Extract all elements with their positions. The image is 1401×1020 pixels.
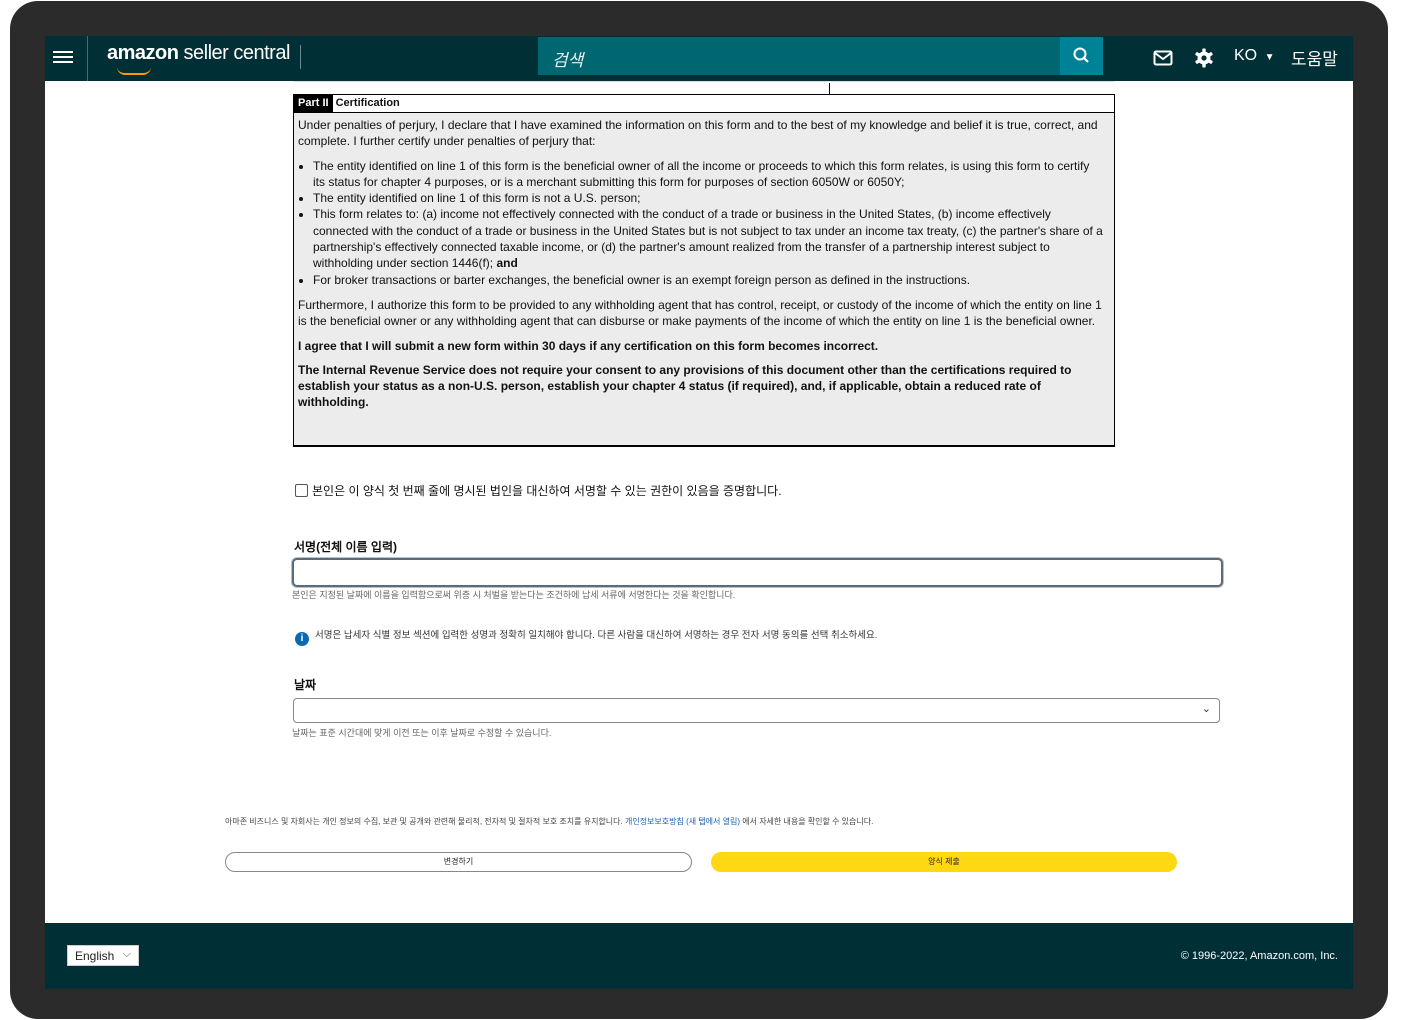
- top-navigation-bar: amazon seller central 검색 KO ▼ 도움말: [45, 36, 1353, 81]
- privacy-policy-link[interactable]: 개인정보보호방침 (새 탭에서 열림): [625, 817, 740, 826]
- footer-language-select[interactable]: English ⌵: [67, 945, 139, 966]
- form-rule: [293, 81, 1115, 82]
- menu-icon[interactable]: [53, 48, 73, 68]
- language-selector[interactable]: KO ▼: [1234, 47, 1274, 65]
- authorization-paragraph: Furthermore, I authorize this form to be…: [298, 297, 1102, 329]
- w8ben-certification-section: Part II Certification Under penalties of …: [293, 94, 1115, 447]
- signature-input[interactable]: [292, 558, 1223, 587]
- authority-checkbox-label[interactable]: 본인은 이 양식 첫 번째 줄에 명시된 법인을 대신하여 서명할 수 있는 권…: [312, 484, 782, 498]
- certification-intro: Under penalties of perjury, I declare th…: [298, 118, 1098, 149]
- search-input[interactable]: 검색: [538, 37, 1060, 75]
- privacy-text: 아마존 비즈니스 및 자회사는 개인 정보의 수집, 보관 및 공개와 관련해 …: [225, 817, 623, 826]
- date-label: 날짜: [294, 678, 317, 692]
- caret-down-icon: ▼: [1264, 52, 1275, 63]
- certification-item: The entity identified on line 1 of this …: [313, 190, 1104, 206]
- chevron-down-icon: ⌄: [1201, 703, 1211, 715]
- authority-checkbox-row[interactable]: 본인은 이 양식 첫 번째 줄에 명시된 법인을 대신하여 서명할 수 있는 권…: [295, 482, 782, 499]
- mail-icon[interactable]: [1152, 47, 1174, 69]
- authority-checkbox[interactable]: [295, 484, 308, 497]
- submit-form-button[interactable]: 양식 제출: [711, 852, 1177, 872]
- signature-label: 서명(전체 이름 입력): [294, 540, 397, 554]
- chevron-down-icon: ⌵: [122, 948, 131, 960]
- date-select[interactable]: ⌄: [293, 698, 1220, 723]
- irs-statement: The Internal Revenue Service does not re…: [298, 362, 1072, 410]
- seller-central-logo[interactable]: amazon seller central: [107, 42, 291, 75]
- copyright: © 1996-2022, Amazon.com, Inc.: [1180, 950, 1338, 962]
- nav-divider: [300, 45, 301, 69]
- part-tag: Part II: [294, 95, 333, 112]
- certification-list: The entity identified on line 1 of this …: [298, 158, 1104, 288]
- date-hint: 날짜는 표준 시간대에 맞게 이전 또는 이후 날짜로 수정할 수 있습니다.: [292, 728, 552, 738]
- search-icon: [1073, 47, 1089, 63]
- signature-info-message: i 서명은 납세자 식별 정보 섹션에 입력한 성명과 정확히 일치해야 합니다.…: [295, 627, 877, 646]
- logo-brand: amazon: [107, 42, 179, 64]
- agree-statement: I agree that I will submit a new form wi…: [298, 338, 879, 353]
- certification-item: The entity identified on line 1 of this …: [313, 158, 1104, 191]
- amazon-smile-icon: [117, 67, 151, 75]
- help-link[interactable]: 도움말: [1291, 45, 1338, 70]
- part-title: Certification: [335, 97, 400, 109]
- info-message-text: 서명은 납세자 식별 정보 섹션에 입력한 성명과 정확히 일치해야 합니다. …: [315, 630, 878, 641]
- change-button[interactable]: 변경하기: [225, 852, 692, 872]
- footer: English ⌵ © 1996-2022, Amazon.com, Inc.: [45, 923, 1353, 989]
- certification-item: This form relates to: (a) income not eff…: [313, 206, 1104, 271]
- privacy-notice: 아마존 비즈니스 및 자회사는 개인 정보의 수집, 보관 및 공개와 관련해 …: [225, 816, 873, 827]
- privacy-text-end: 에서 자세한 내용을 확인할 수 있습니다.: [742, 817, 874, 826]
- gear-icon[interactable]: [1193, 47, 1215, 69]
- info-icon: i: [295, 632, 309, 646]
- nav-divider: [87, 36, 88, 81]
- certification-item-text: This form relates to: (a) income not eff…: [313, 207, 1103, 271]
- seller-central-screen: amazon seller central 검색 KO ▼ 도움말 Part I…: [45, 36, 1353, 989]
- certification-item: For broker transactions or barter exchan…: [313, 272, 1104, 288]
- language-code: KO: [1234, 47, 1258, 64]
- certification-item-and: and: [496, 256, 518, 271]
- form-previous-section-edge: [293, 81, 1115, 94]
- search-button[interactable]: [1060, 37, 1103, 75]
- form-rule: [829, 83, 830, 94]
- part-header: Part II Certification: [294, 95, 1114, 113]
- certification-text: Under penalties of perjury, I declare th…: [298, 117, 1104, 419]
- footer-language-value: English: [75, 949, 115, 963]
- signature-hint: 본인은 지정된 날짜에 이름을 입력함으로써 위증 시 처벌을 받는다는 조건하…: [292, 590, 736, 600]
- logo-product: seller central: [178, 42, 291, 64]
